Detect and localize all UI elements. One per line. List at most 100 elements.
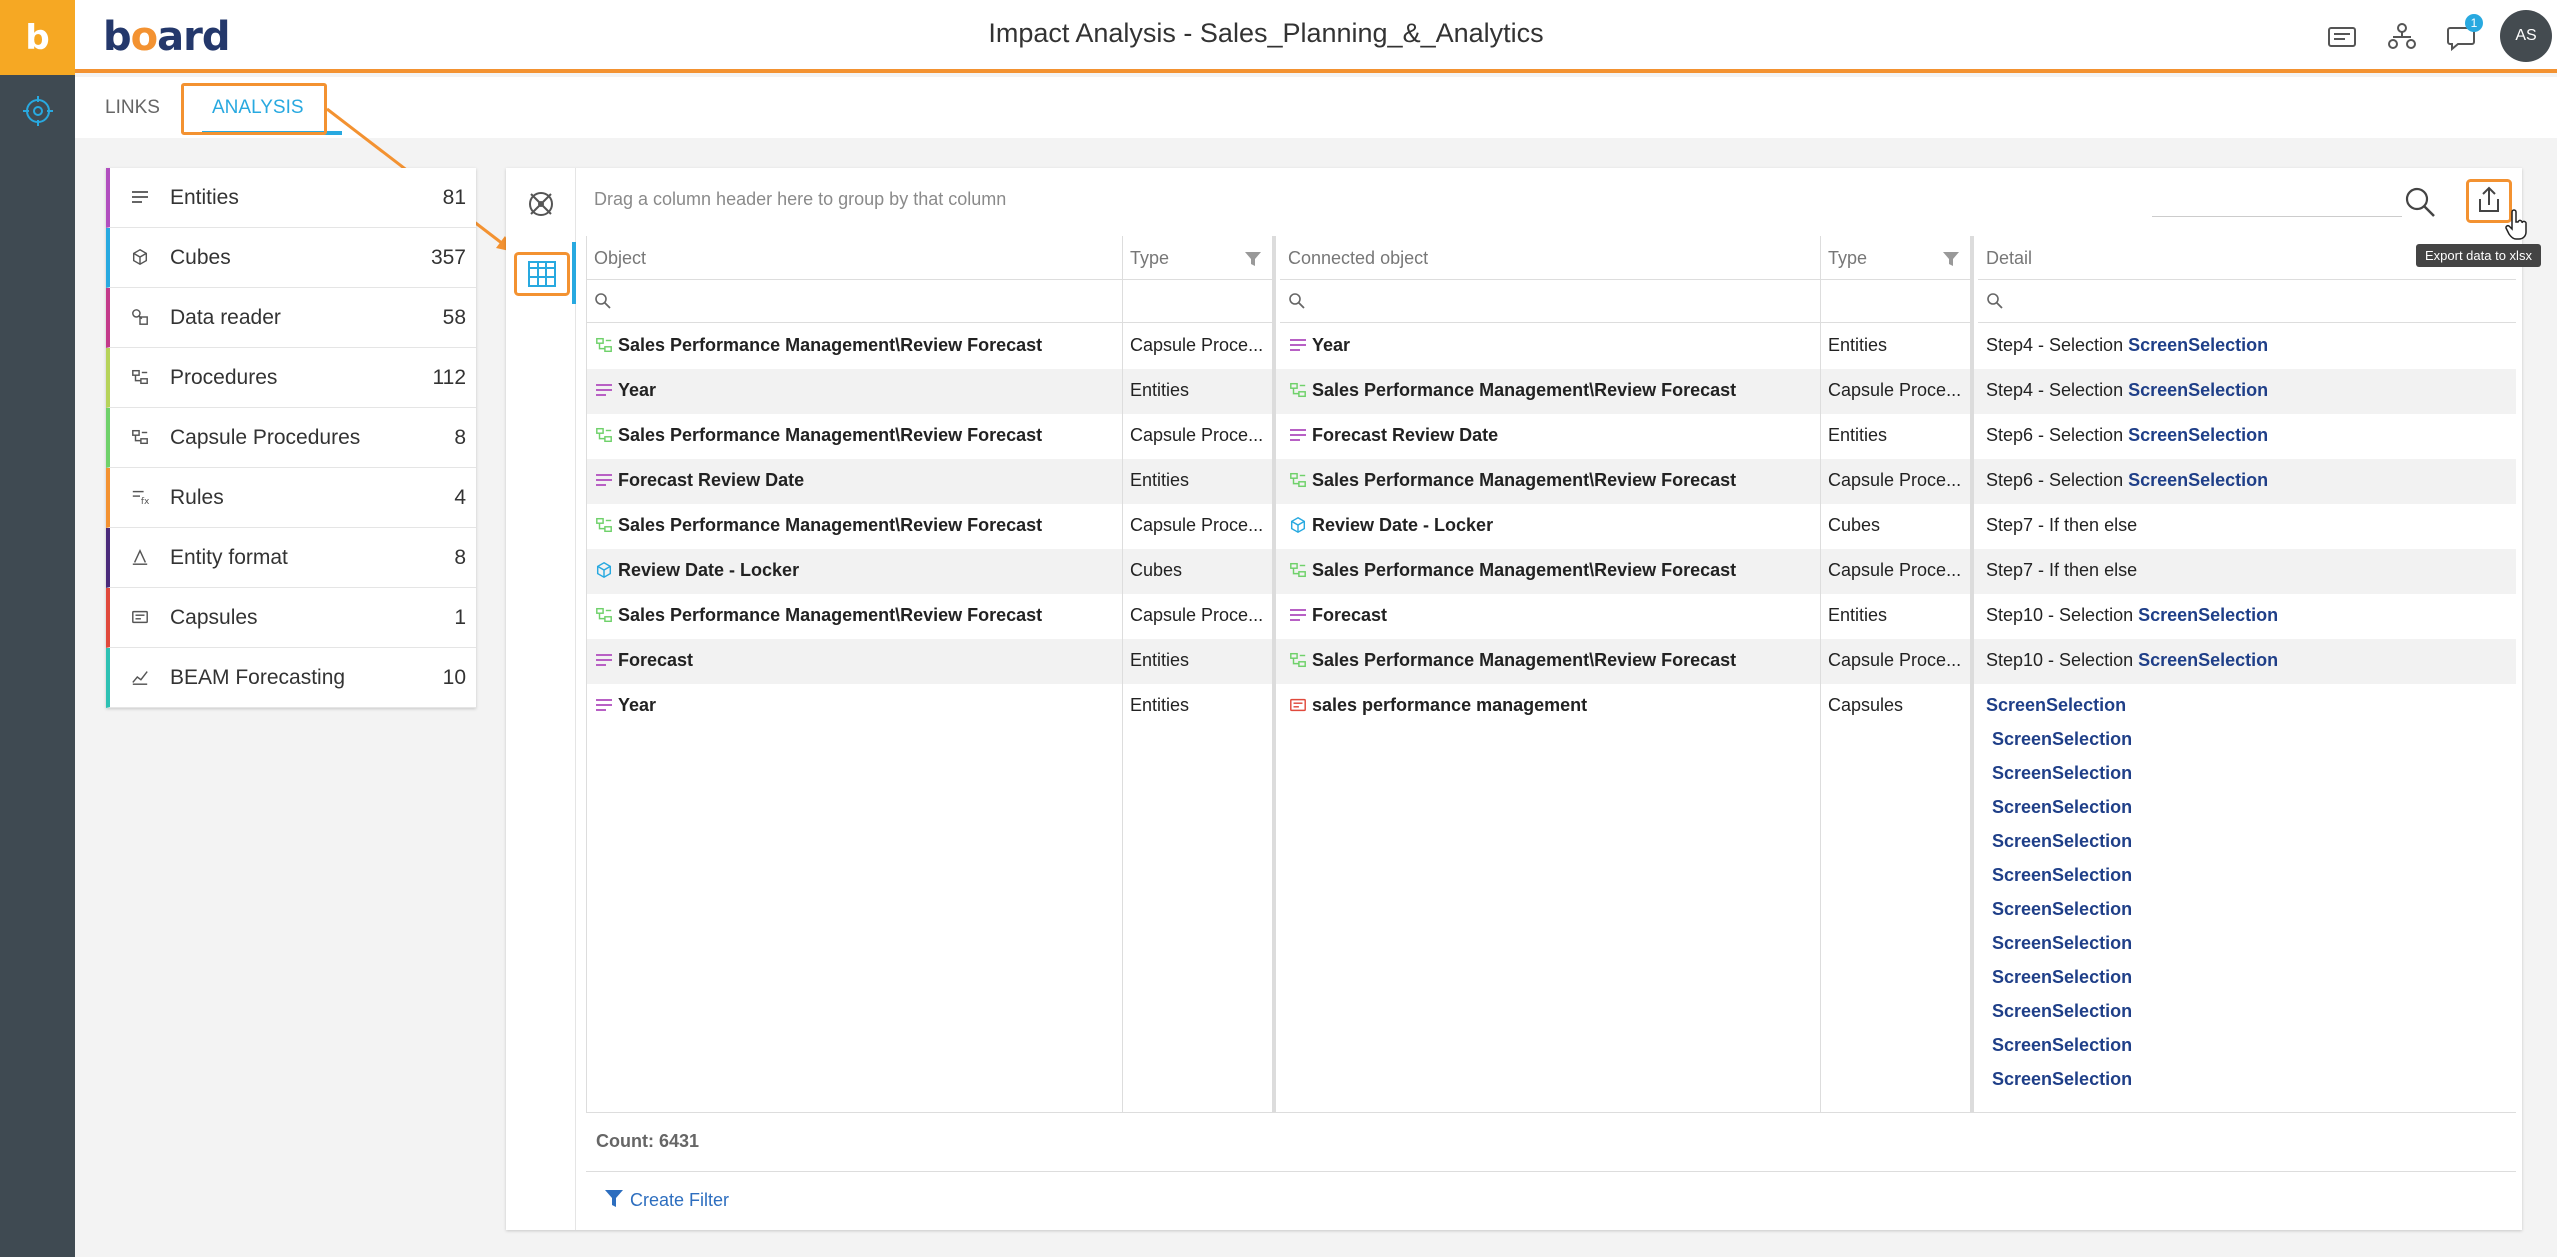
cell-object[interactable]: Forecast Review Date [594,470,1118,491]
category-item[interactable]: Cubes 357 [106,228,476,288]
cell-connected-object[interactable]: Sales Performance Management\Review Fore… [1288,470,1816,491]
cell-object[interactable]: Year [594,380,1118,401]
cell-connected-object[interactable]: Forecast [1288,605,1816,626]
detail-screen-selection[interactable]: ScreenSelection [1992,899,2132,920]
filter-input-connected-object[interactable] [1280,280,1820,323]
table-row[interactable]: Year Entities sales performance management… [586,684,2516,729]
table-row[interactable]: Sales Performance Management\Review Fore… [586,324,2516,369]
cell-connected-object[interactable]: Forecast Review Date [1288,425,1816,446]
filter-input-type[interactable] [1122,280,1272,323]
category-item[interactable]: Entities 81 [106,168,476,228]
cell-connected-object[interactable]: Sales Performance Management\Review Fore… [1288,650,1816,671]
cube-icon [130,248,152,270]
detail-text: Step4 - Selection [1986,380,2124,400]
presentation-icon[interactable] [2325,20,2359,54]
detail-screen-selection[interactable]: ScreenSelection [1992,1069,2132,1090]
col-header-connected-type[interactable]: Type [1820,236,1970,280]
col-header-detail[interactable]: Detail [1978,236,2516,280]
category-count: 112 [432,366,466,389]
table-row[interactable]: Review Date - Locker Cubes Sales Performan… [586,549,2516,594]
filter-funnel-icon[interactable] [1942,250,1960,268]
filter-input-connected-type[interactable] [1820,280,1970,323]
category-item[interactable]: Capsule Procedures 8 [106,408,476,468]
detail-screen-selection[interactable]: ScreenSelection [2138,605,2278,625]
cell-detail: Step4 - Selection ScreenSelection [1986,335,2506,356]
cell-object[interactable]: Forecast [594,650,1118,671]
cell-connected-object[interactable]: Year [1288,335,1816,356]
cell-object[interactable]: Year [594,695,1118,716]
capsule-procedure-icon [1288,651,1308,669]
cell-type: Entities [1130,470,1190,490]
category-item[interactable]: Entity format 8 [106,528,476,588]
cell-object[interactable]: Sales Performance Management\Review Fore… [594,515,1118,536]
cell-object-text: Forecast Review Date [618,470,805,490]
col-header-type[interactable]: Type [1122,236,1272,280]
filter-input-detail[interactable] [1978,280,2516,323]
category-label: Entity format [170,546,288,569]
cell-connected-text: Sales Performance Management\Review Fore… [1312,650,1737,670]
table-row[interactable]: Sales Performance Management\Review Fore… [586,504,2516,549]
table-row[interactable]: Forecast Entities Sales Performance Manage… [586,639,2516,684]
detail-screen-selection[interactable]: ScreenSelection [1992,729,2132,750]
cell-detail: Step10 - Selection ScreenSelection [1986,650,2506,671]
detail-screen-selection[interactable]: ScreenSelection [1992,1035,2132,1056]
category-item[interactable]: Data reader 58 [106,288,476,348]
create-filter-link[interactable]: Create Filter [630,1190,729,1211]
category-item[interactable]: Capsules 1 [106,588,476,648]
cell-object[interactable]: Sales Performance Management\Review Fore… [594,335,1118,356]
cell-connected-object[interactable]: Sales Performance Management\Review Fore… [1288,380,1816,401]
cell-object[interactable]: Sales Performance Management\Review Fore… [594,605,1118,626]
col-header-label: Type [1828,248,1868,268]
filter-funnel-icon[interactable] [1244,250,1262,268]
group-by-hint[interactable]: Drag a column header here to group by th… [594,189,1006,210]
cell-object[interactable]: Sales Performance Management\Review Fore… [594,425,1118,446]
column-splitter[interactable] [1272,236,1276,1112]
column-splitter[interactable] [1970,236,1974,1112]
detail-screen-selection[interactable]: ScreenSelection [2128,335,2268,355]
hierarchy-icon[interactable] [2385,20,2419,54]
table-row[interactable]: Sales Performance Management\Review Fore… [586,594,2516,639]
cell-object-text: Review Date - Locker [618,560,800,580]
cube-icon [1288,516,1308,534]
category-label: Cubes [170,246,231,269]
detail-screen-selection[interactable]: ScreenSelection [1992,831,2132,852]
app-logo[interactable]: b [0,0,75,75]
network-view-icon[interactable] [523,186,559,222]
detail-screen-selection[interactable]: ScreenSelection [2128,425,2268,445]
cell-object[interactable]: Review Date - Locker [594,560,1118,581]
col-header-object[interactable]: Object [586,236,1122,280]
detail-screen-selection[interactable]: ScreenSelection [1992,797,2132,818]
category-count: 81 [442,186,466,209]
table-row[interactable]: Forecast Review Date Entities Sales Perfor… [586,459,2516,504]
table-view-icon[interactable] [514,252,570,296]
category-item[interactable]: Procedures 112 [106,348,476,408]
category-item[interactable]: fx Rules 4 [106,468,476,528]
avatar[interactable]: AS [2500,10,2552,62]
detail-screen-selection[interactable]: ScreenSelection [1992,865,2132,886]
grid-search-input[interactable] [2152,216,2402,217]
entities-icon [1288,606,1308,624]
detail-screen-selection[interactable]: ScreenSelection [1992,763,2132,784]
detail-screen-selection[interactable]: ScreenSelection [2138,650,2278,670]
detail-screen-selection[interactable]: ScreenSelection [1992,933,2132,954]
detail-screen-selection[interactable]: ScreenSelection [2128,470,2268,490]
detail-screen-selection[interactable]: ScreenSelection [2128,380,2268,400]
detail-screen-selection[interactable]: ScreenSelection [1986,695,2126,715]
table-row[interactable]: Year Entities Sales Performance Management… [586,369,2516,414]
category-item[interactable]: BEAM Forecasting 10 [106,648,476,708]
filter-funnel-icon[interactable] [604,1188,624,1210]
search-icon[interactable] [2403,185,2437,219]
cell-detail: Step7 - If then else [1986,515,2506,536]
filter-input-object[interactable] [586,280,1122,323]
category-count: 1 [454,606,466,629]
col-header-connected-object[interactable]: Connected object [1280,236,1820,280]
table-row[interactable]: Sales Performance Management\Review Fore… [586,414,2516,459]
cell-connected-object[interactable]: Sales Performance Management\Review Fore… [1288,560,1816,581]
cell-connected-object[interactable]: sales performance management [1288,695,1816,716]
category-label: Rules [170,486,224,509]
impact-analysis-icon[interactable] [21,94,55,128]
detail-screen-selection[interactable]: ScreenSelection [1992,1001,2132,1022]
cell-connected-object[interactable]: Review Date - Locker [1288,515,1816,536]
tab-links[interactable]: LINKS [105,97,160,119]
detail-screen-selection[interactable]: ScreenSelection [1992,967,2132,988]
